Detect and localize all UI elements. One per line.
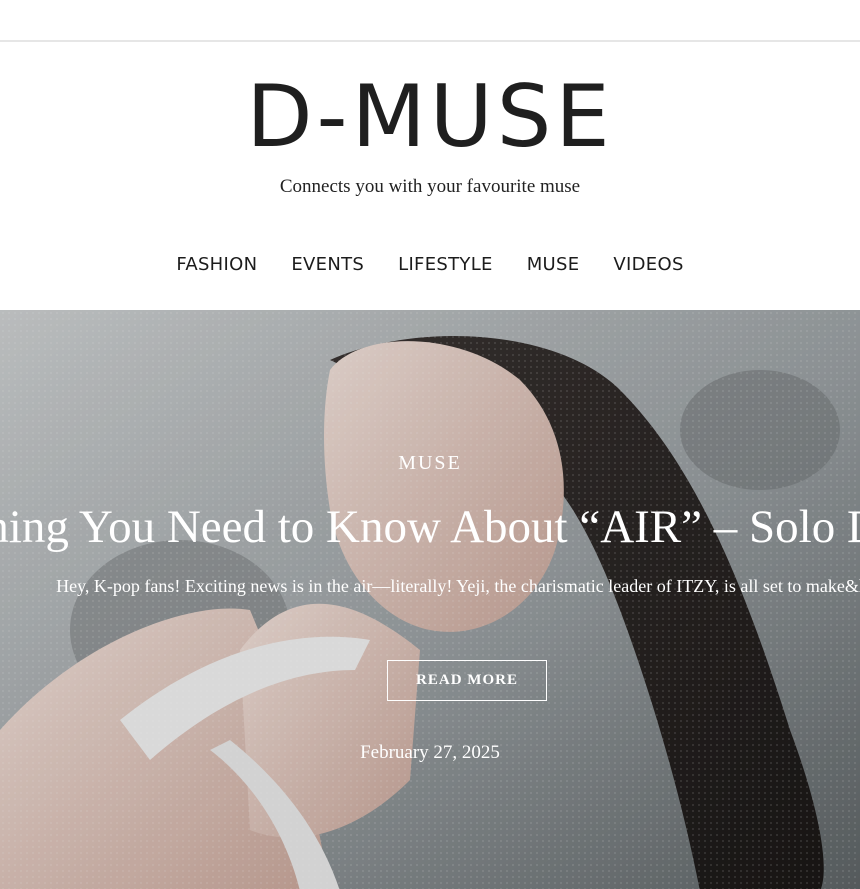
post-date: February 27, 2025 <box>360 742 500 763</box>
nav-item-lifestyle[interactable]: LIFESTYLE <box>398 254 493 275</box>
site-header: D-MUSE Connects you with your favourite … <box>0 42 860 310</box>
post-excerpt-text: Hey, K-pop fans! Exciting news is in the… <box>56 576 860 596</box>
post-category[interactable]: MUSE <box>0 452 860 475</box>
nav-item-muse[interactable]: MUSE <box>527 254 580 275</box>
post-excerpt: Hey, K-pop fans! Exciting news is in the… <box>0 576 860 597</box>
read-more-button[interactable]: READ MORE <box>387 660 547 701</box>
featured-hero: MUSE Everything You Need to Know About “… <box>0 310 860 889</box>
post-headline-text[interactable]: Everything You Need to Know About “AIR” … <box>0 498 860 556</box>
nav-item-fashion[interactable]: FASHION <box>176 254 257 275</box>
nav-item-events[interactable]: EVENTS <box>291 254 364 275</box>
site-tagline: Connects you with your favourite muse <box>279 176 581 197</box>
main-navigation: FASHION EVENTS LIFESTYLE MUSE VIDEOS <box>0 254 860 275</box>
top-bar <box>0 0 860 42</box>
nav-item-videos[interactable]: VIDEOS <box>613 254 683 275</box>
post-headline[interactable]: Everything You Need to Know About “AIR” … <box>0 498 860 556</box>
hero-content: MUSE Everything You Need to Know About “… <box>0 310 860 889</box>
site-logo[interactable]: D-MUSE <box>0 72 860 162</box>
